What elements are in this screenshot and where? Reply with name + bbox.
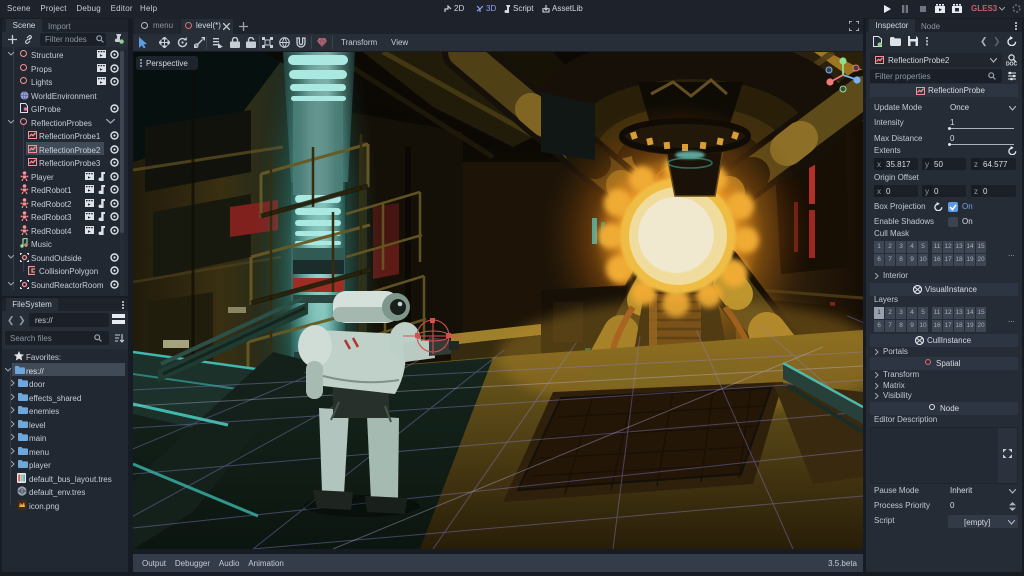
svg-text:DOC: DOC [1006, 62, 1017, 67]
